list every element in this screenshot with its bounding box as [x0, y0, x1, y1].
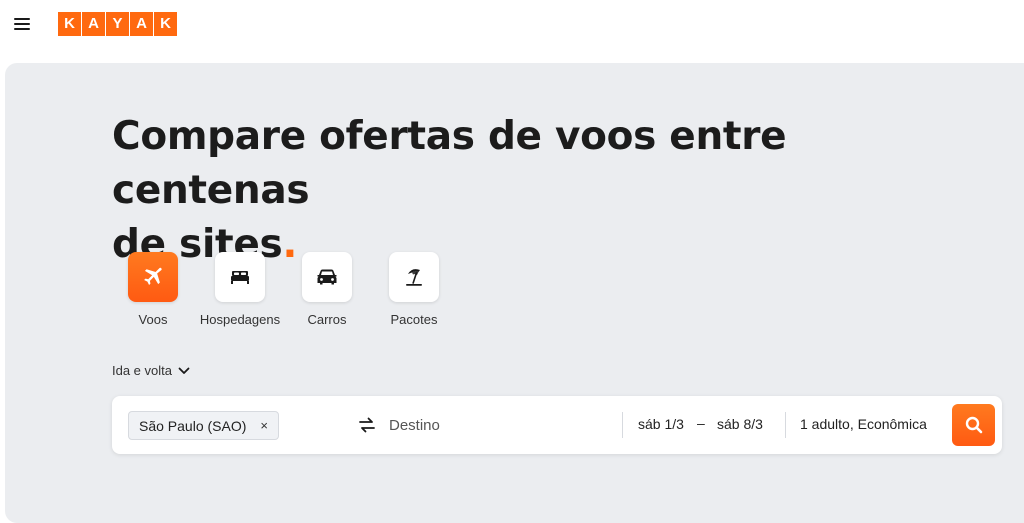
cars-tile[interactable] [302, 252, 352, 302]
chevron-down-icon [178, 367, 190, 374]
tab-flights-label: Voos [138, 312, 168, 327]
search-icon [965, 416, 982, 434]
bed-icon [231, 271, 249, 284]
hamburger-menu-icon[interactable] [12, 14, 32, 34]
tab-stays-label: Hospedagens [199, 312, 281, 327]
origin-chip[interactable]: São Paulo (SAO) × [128, 411, 279, 440]
remove-origin-button[interactable]: × [260, 418, 268, 433]
date-separator: – [697, 415, 705, 431]
trip-type-dropdown[interactable]: Ida e volta [112, 363, 190, 378]
origin-value: São Paulo (SAO) [139, 417, 247, 434]
logo-letter: Y [106, 12, 129, 36]
stays-tile[interactable] [215, 252, 265, 302]
travelers-cabin-field[interactable]: 1 adulto, Econômica [800, 416, 927, 432]
top-bar: K A Y A K [0, 0, 1024, 62]
field-divider [785, 412, 786, 438]
page-title: Compare ofertas de voos entre centenas d… [112, 110, 992, 272]
logo-letter: A [82, 12, 105, 36]
flights-tile[interactable] [128, 252, 178, 302]
flight-search-bar: São Paulo (SAO) × sáb 1/3 – sáb 8/3 1 ad… [112, 396, 1002, 454]
tab-packages-label: Pacotes [390, 312, 438, 327]
car-icon [317, 269, 337, 285]
beach-umbrella-icon [406, 269, 422, 286]
return-date-field[interactable]: sáb 8/3 [717, 416, 763, 432]
packages-tile[interactable] [389, 252, 439, 302]
trip-type-label: Ida e volta [112, 363, 172, 378]
plane-icon [144, 267, 162, 285]
headline-line-1: Compare ofertas de voos entre centenas [112, 114, 787, 213]
logo-letter: K [154, 12, 177, 36]
logo-letter: A [130, 12, 153, 36]
depart-date-field[interactable]: sáb 1/3 [638, 416, 684, 432]
field-divider [622, 412, 623, 438]
swap-origin-destination-button[interactable] [358, 415, 376, 435]
swap-arrows-icon [359, 417, 375, 433]
logo-letter: K [58, 12, 81, 36]
kayak-logo[interactable]: K A Y A K [58, 12, 177, 36]
destination-input[interactable] [389, 410, 589, 440]
tab-cars-label: Carros [307, 312, 347, 327]
headline-dot: . [282, 222, 297, 267]
search-button[interactable] [952, 404, 995, 446]
